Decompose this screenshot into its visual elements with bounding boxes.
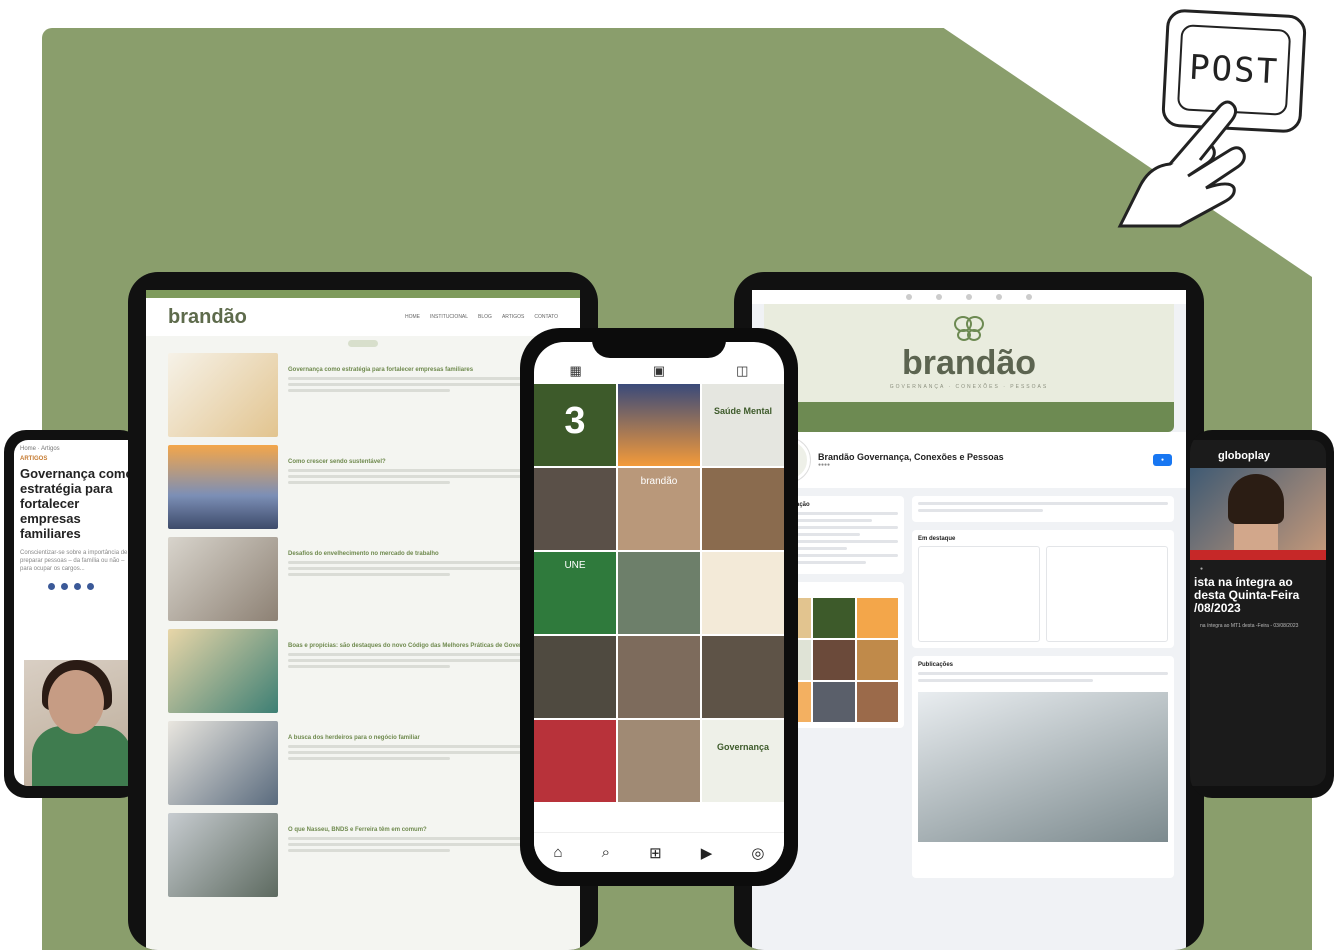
- article-item-title[interactable]: Desafios do envelhecimento no mercado de…: [288, 551, 558, 557]
- profile-header: Brandão Governança, Conexões e Pessoas ●…: [752, 432, 1186, 488]
- cover-logo: brandão: [901, 344, 1037, 382]
- facebook-screen: brandão GOVERNANÇA · CONEXÕES · PESSOAS …: [752, 290, 1186, 950]
- post-illustration: POST: [1110, 6, 1320, 236]
- facebook-tablet: brandão GOVERNANÇA · CONEXÕES · PESSOAS …: [734, 272, 1204, 950]
- website-screen: brandão HOME INSTITUCIONAL BLOG ARTIGOS …: [146, 290, 580, 950]
- article-thumbnail: [168, 445, 278, 529]
- video-title: ista na íntegra ao desta Quinta-Feira /0…: [1194, 575, 1300, 615]
- instagram-screen: ▦ ▣ ◫ 3 Saúde Mental brandão UNE Governa: [534, 342, 784, 872]
- pointing-hand-icon: [1117, 100, 1246, 228]
- grid-icon[interactable]: ▦: [570, 363, 582, 379]
- browser-bar: [752, 290, 1186, 304]
- instagram-bottom-nav: ⌂ ⌕ ⊞ ▶ ◎: [534, 832, 784, 872]
- article-item[interactable]: Como crescer sendo sustentável?: [146, 445, 580, 529]
- post-tile[interactable]: [618, 720, 700, 802]
- facebook-cover: brandão GOVERNANÇA · CONEXÕES · PESSOAS: [764, 304, 1174, 432]
- author-photo: [24, 660, 142, 786]
- video-description: na íntegra ao MT1 desta -Feira - 03/08/2…: [1200, 623, 1299, 629]
- phone-notch: [592, 328, 726, 358]
- whatsapp-share-icon[interactable]: [74, 583, 81, 590]
- instagram-grid: 3 Saúde Mental brandão UNE Governança: [534, 384, 784, 802]
- globoplay-logo[interactable]: globoplay: [1190, 440, 1326, 468]
- composer-card[interactable]: [912, 496, 1174, 522]
- post-photo[interactable]: [918, 692, 1168, 842]
- website-topbar: [146, 290, 580, 298]
- article-item-title[interactable]: O que Nasseu, BNDS e Ferreira têm em com…: [288, 827, 558, 833]
- menu-item[interactable]: CONTATO: [534, 314, 558, 320]
- add-post-icon[interactable]: ⊞: [649, 844, 662, 862]
- article-thumbnail: [168, 813, 278, 897]
- article-title: Governança como estratégia para fortalec…: [20, 466, 134, 541]
- instagram-phone: ▦ ▣ ◫ 3 Saúde Mental brandão UNE Governa: [520, 328, 798, 886]
- share-icons: [14, 579, 142, 594]
- article-thumbnail: [168, 353, 278, 437]
- post-tile[interactable]: Saúde Mental: [702, 384, 784, 466]
- posts-heading: Publicações: [918, 662, 954, 668]
- menu-item[interactable]: HOME: [405, 314, 420, 320]
- article-item-title[interactable]: A busca dos herdeiros para o negócio fam…: [288, 735, 558, 741]
- linkedin-share-icon[interactable]: [87, 583, 94, 590]
- post-tile[interactable]: [534, 468, 616, 550]
- left-tablet-screen: Home · Artigos ARTIGOS Governança como e…: [14, 440, 142, 786]
- highlights-card: Em destaque: [912, 530, 1174, 648]
- video-player[interactable]: [1190, 468, 1326, 560]
- promo-stage: POST Home · Artigos ARTIGOS Governança c…: [0, 0, 1334, 950]
- right-tablet-screen: globoplay ● ista na íntegra ao desta Qui…: [1190, 440, 1326, 786]
- page-name[interactable]: Brandão Governança, Conexões e Pessoas: [818, 452, 1004, 462]
- search-icon[interactable]: ⌕: [602, 844, 610, 861]
- article-item-title[interactable]: Como crescer sendo sustentável?: [288, 459, 558, 465]
- facebook-columns: Apresentação Fotos: [752, 488, 1186, 886]
- post-tile[interactable]: [618, 384, 700, 466]
- post-tile[interactable]: [534, 720, 616, 802]
- cover-subtitle: GOVERNANÇA · CONEXÕES · PESSOAS: [889, 384, 1049, 390]
- menu-item[interactable]: ARTIGOS: [502, 314, 524, 320]
- website-header: brandão HOME INSTITUCIONAL BLOG ARTIGOS …: [146, 298, 580, 336]
- post-tile[interactable]: [534, 636, 616, 718]
- article-item-title[interactable]: Boas e propícias: são destaques do novo …: [288, 643, 558, 649]
- website-menu: HOME INSTITUCIONAL BLOG ARTIGOS CONTATO: [405, 314, 558, 320]
- post-tile[interactable]: [702, 636, 784, 718]
- left-tablet: Home · Artigos ARTIGOS Governança como e…: [4, 430, 142, 798]
- article-item[interactable]: Governança como estratégia para fortalec…: [146, 353, 580, 437]
- reels-icon[interactable]: ▣: [653, 363, 665, 379]
- page-meta: ●●●●: [818, 462, 831, 468]
- twitter-share-icon[interactable]: [61, 583, 68, 590]
- profile-icon[interactable]: ◎: [751, 844, 764, 862]
- website-logo[interactable]: brandão: [168, 306, 247, 329]
- posts-card: Publicações: [912, 656, 1174, 878]
- section-pill: [348, 340, 378, 347]
- post-tile[interactable]: [618, 552, 700, 634]
- tagged-icon[interactable]: ◫: [736, 363, 748, 379]
- post-tile[interactable]: [702, 468, 784, 550]
- home-icon[interactable]: ⌂: [554, 844, 563, 861]
- facebook-share-icon[interactable]: [48, 583, 55, 590]
- post-tile[interactable]: [618, 636, 700, 718]
- post-tile[interactable]: UNE: [534, 552, 616, 634]
- video-meta: ●: [1200, 566, 1204, 572]
- article-thumbnail: [168, 537, 278, 621]
- butterfly-logo-icon: [954, 316, 984, 341]
- right-tablet: globoplay ● ista na íntegra ao desta Qui…: [1190, 430, 1334, 798]
- article-item-title[interactable]: Governança como estratégia para fortalec…: [288, 367, 558, 373]
- article-thumbnail: [168, 721, 278, 805]
- article-item[interactable]: O que Nasseu, BNDS e Ferreira têm em com…: [146, 813, 580, 897]
- article-item[interactable]: A busca dos herdeiros para o negócio fam…: [146, 721, 580, 805]
- category-tag: ARTIGOS: [20, 456, 48, 462]
- post-tile[interactable]: Governança: [702, 720, 784, 802]
- article-thumbnail: [168, 629, 278, 713]
- highlights-heading: Em destaque: [918, 536, 956, 542]
- article-item[interactable]: Desafios do envelhecimento no mercado de…: [146, 537, 580, 621]
- menu-item[interactable]: INSTITUCIONAL: [430, 314, 468, 320]
- reels-nav-icon[interactable]: ▶: [701, 844, 713, 862]
- post-tile[interactable]: [702, 552, 784, 634]
- cover-band: [764, 402, 1174, 432]
- menu-item[interactable]: BLOG: [478, 314, 492, 320]
- breadcrumb[interactable]: Home · Artigos: [14, 440, 142, 454]
- follow-button[interactable]: ●: [1152, 454, 1172, 466]
- post-tile[interactable]: brandão: [618, 468, 700, 550]
- article-item[interactable]: Boas e propícias: são destaques do novo …: [146, 629, 580, 713]
- post-tile[interactable]: 3: [534, 384, 616, 466]
- article-excerpt: Conscientizar-se sobre a importância de …: [20, 550, 128, 572]
